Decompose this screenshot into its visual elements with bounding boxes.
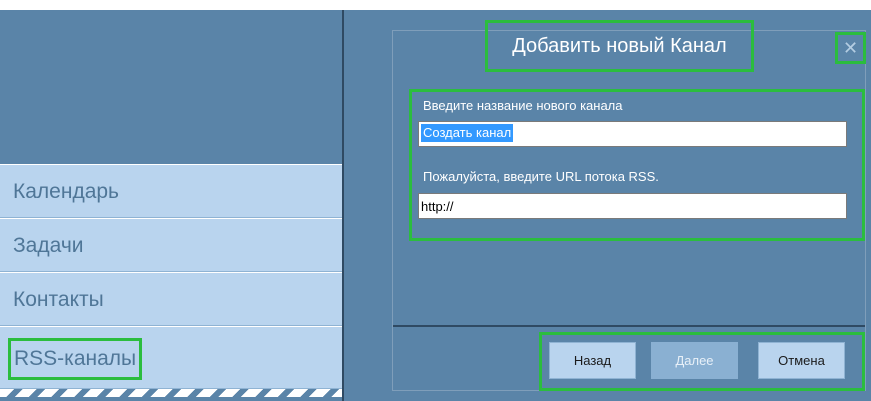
selected-text: Создать канал — [421, 124, 514, 142]
nav-item-label: RSS-каналы — [8, 338, 143, 380]
cancel-button[interactable]: Отмена — [758, 342, 845, 379]
nav-bottom-stripes — [0, 389, 342, 397]
nav-item-label: Задачи — [13, 234, 84, 257]
channel-name-label: Введите название нового канала — [423, 98, 623, 113]
nav-item-label: Контакты — [13, 288, 104, 311]
nav-item-label: Календарь — [13, 180, 119, 203]
nav-item-tasks[interactable]: Задачи — [0, 218, 342, 272]
close-icon: ✕ — [842, 38, 859, 58]
feed-url-label: Пожалуйста, введите URL потока RSS. — [423, 169, 659, 184]
dialog-title: Добавить новый Канал — [512, 35, 727, 57]
next-button[interactable]: Далее — [651, 342, 738, 379]
back-button[interactable]: Назад — [549, 342, 636, 379]
close-button[interactable]: ✕ — [835, 32, 866, 64]
nav-item-calendar[interactable]: Календарь — [0, 164, 342, 218]
nav-item-rss-feeds[interactable]: RSS-каналы — [0, 326, 342, 389]
nav-item-contacts[interactable]: Контакты — [0, 272, 342, 326]
feed-url-input[interactable] — [418, 193, 847, 219]
dialog-footer-divider — [393, 325, 865, 327]
